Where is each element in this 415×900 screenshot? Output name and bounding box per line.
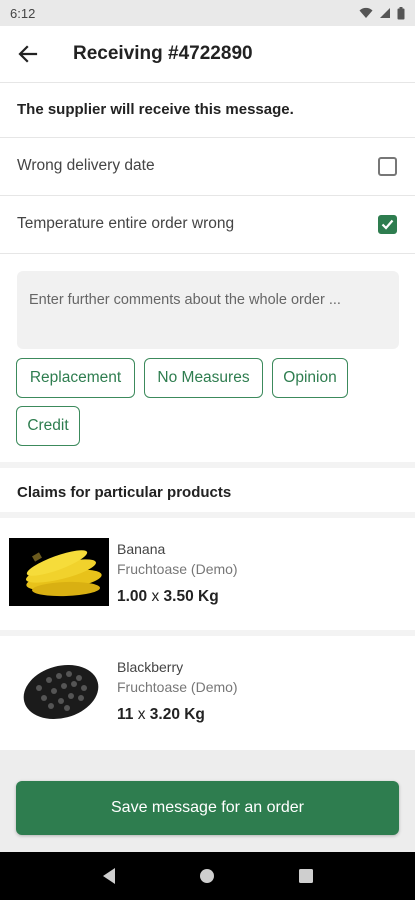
save-message-button[interactable]: Save message for an order [16,781,399,835]
reason-checkbox[interactable] [378,156,397,176]
reason-label: Wrong delivery date [17,157,155,174]
arrow-left-icon [18,45,38,63]
back-button[interactable] [0,26,56,82]
product-item-blackberry[interactable]: Blackberry Fruchtoase (Demo) 11 x 3.20 K… [0,636,415,748]
blackberry-image [9,656,109,724]
nav-home-button[interactable] [198,867,216,885]
product-name: Banana [117,541,166,557]
measure-chip-credit[interactable]: Credit [16,406,80,446]
signal-icon [380,8,390,18]
products-section-title: Claims for particular products [17,484,232,501]
product-quantity: 1.00 x 3.50 Kg [117,588,219,606]
product-supplier: Fruchtoase (Demo) [117,561,238,577]
reason-row-temperature-wrong[interactable]: Temperature entire order wrong [0,196,415,252]
status-time: 6:12 [10,5,36,21]
product-name: Blackberry [117,659,184,675]
nav-recents-button[interactable] [298,868,314,884]
status-bar: 6:12 [0,0,415,26]
quantity-times: x [137,706,146,723]
app-bar: Receiving #4722890 [0,26,415,82]
info-text: The supplier will receive this message. [17,101,294,118]
price-unit: 3.20 Kg [149,706,205,723]
product-supplier: Fruchtoase (Demo) [117,679,238,695]
price-unit: 3.50 Kg [163,588,219,605]
divider [0,253,415,254]
system-nav-bar [0,852,415,900]
status-icons [359,6,405,20]
reason-row-wrong-delivery-date[interactable]: Wrong delivery date [0,138,415,194]
quantity-value: 1.00 [117,588,148,605]
banana-image [9,538,109,606]
measure-chip-replacement[interactable]: Replacement [16,358,135,398]
product-item-banana[interactable]: Banana Fruchtoase (Demo) 1.00 x 3.50 Kg [0,518,415,630]
circle-home-icon [200,869,215,883]
check-icon [381,219,394,230]
divider [0,82,415,83]
measure-chip-opinion[interactable]: Opinion [272,358,348,398]
reason-label: Temperature entire order wrong [17,215,235,232]
section-separator [0,462,415,468]
quantity-value: 11 [117,706,134,723]
square-recents-icon [299,869,314,883]
comment-field[interactable] [17,271,399,349]
measure-chip-no-measures[interactable]: No Measures [144,358,263,398]
battery-icon [397,6,405,19]
nav-back-button[interactable] [101,867,117,885]
quantity-times: x [151,588,160,605]
comment-input[interactable] [29,292,387,308]
reason-checkbox[interactable] [378,214,397,234]
product-quantity: 11 x 3.20 Kg [117,706,205,724]
wifi-icon [359,7,373,18]
triangle-back-icon [102,868,115,884]
page-title: Receiving #4722890 [73,43,253,64]
